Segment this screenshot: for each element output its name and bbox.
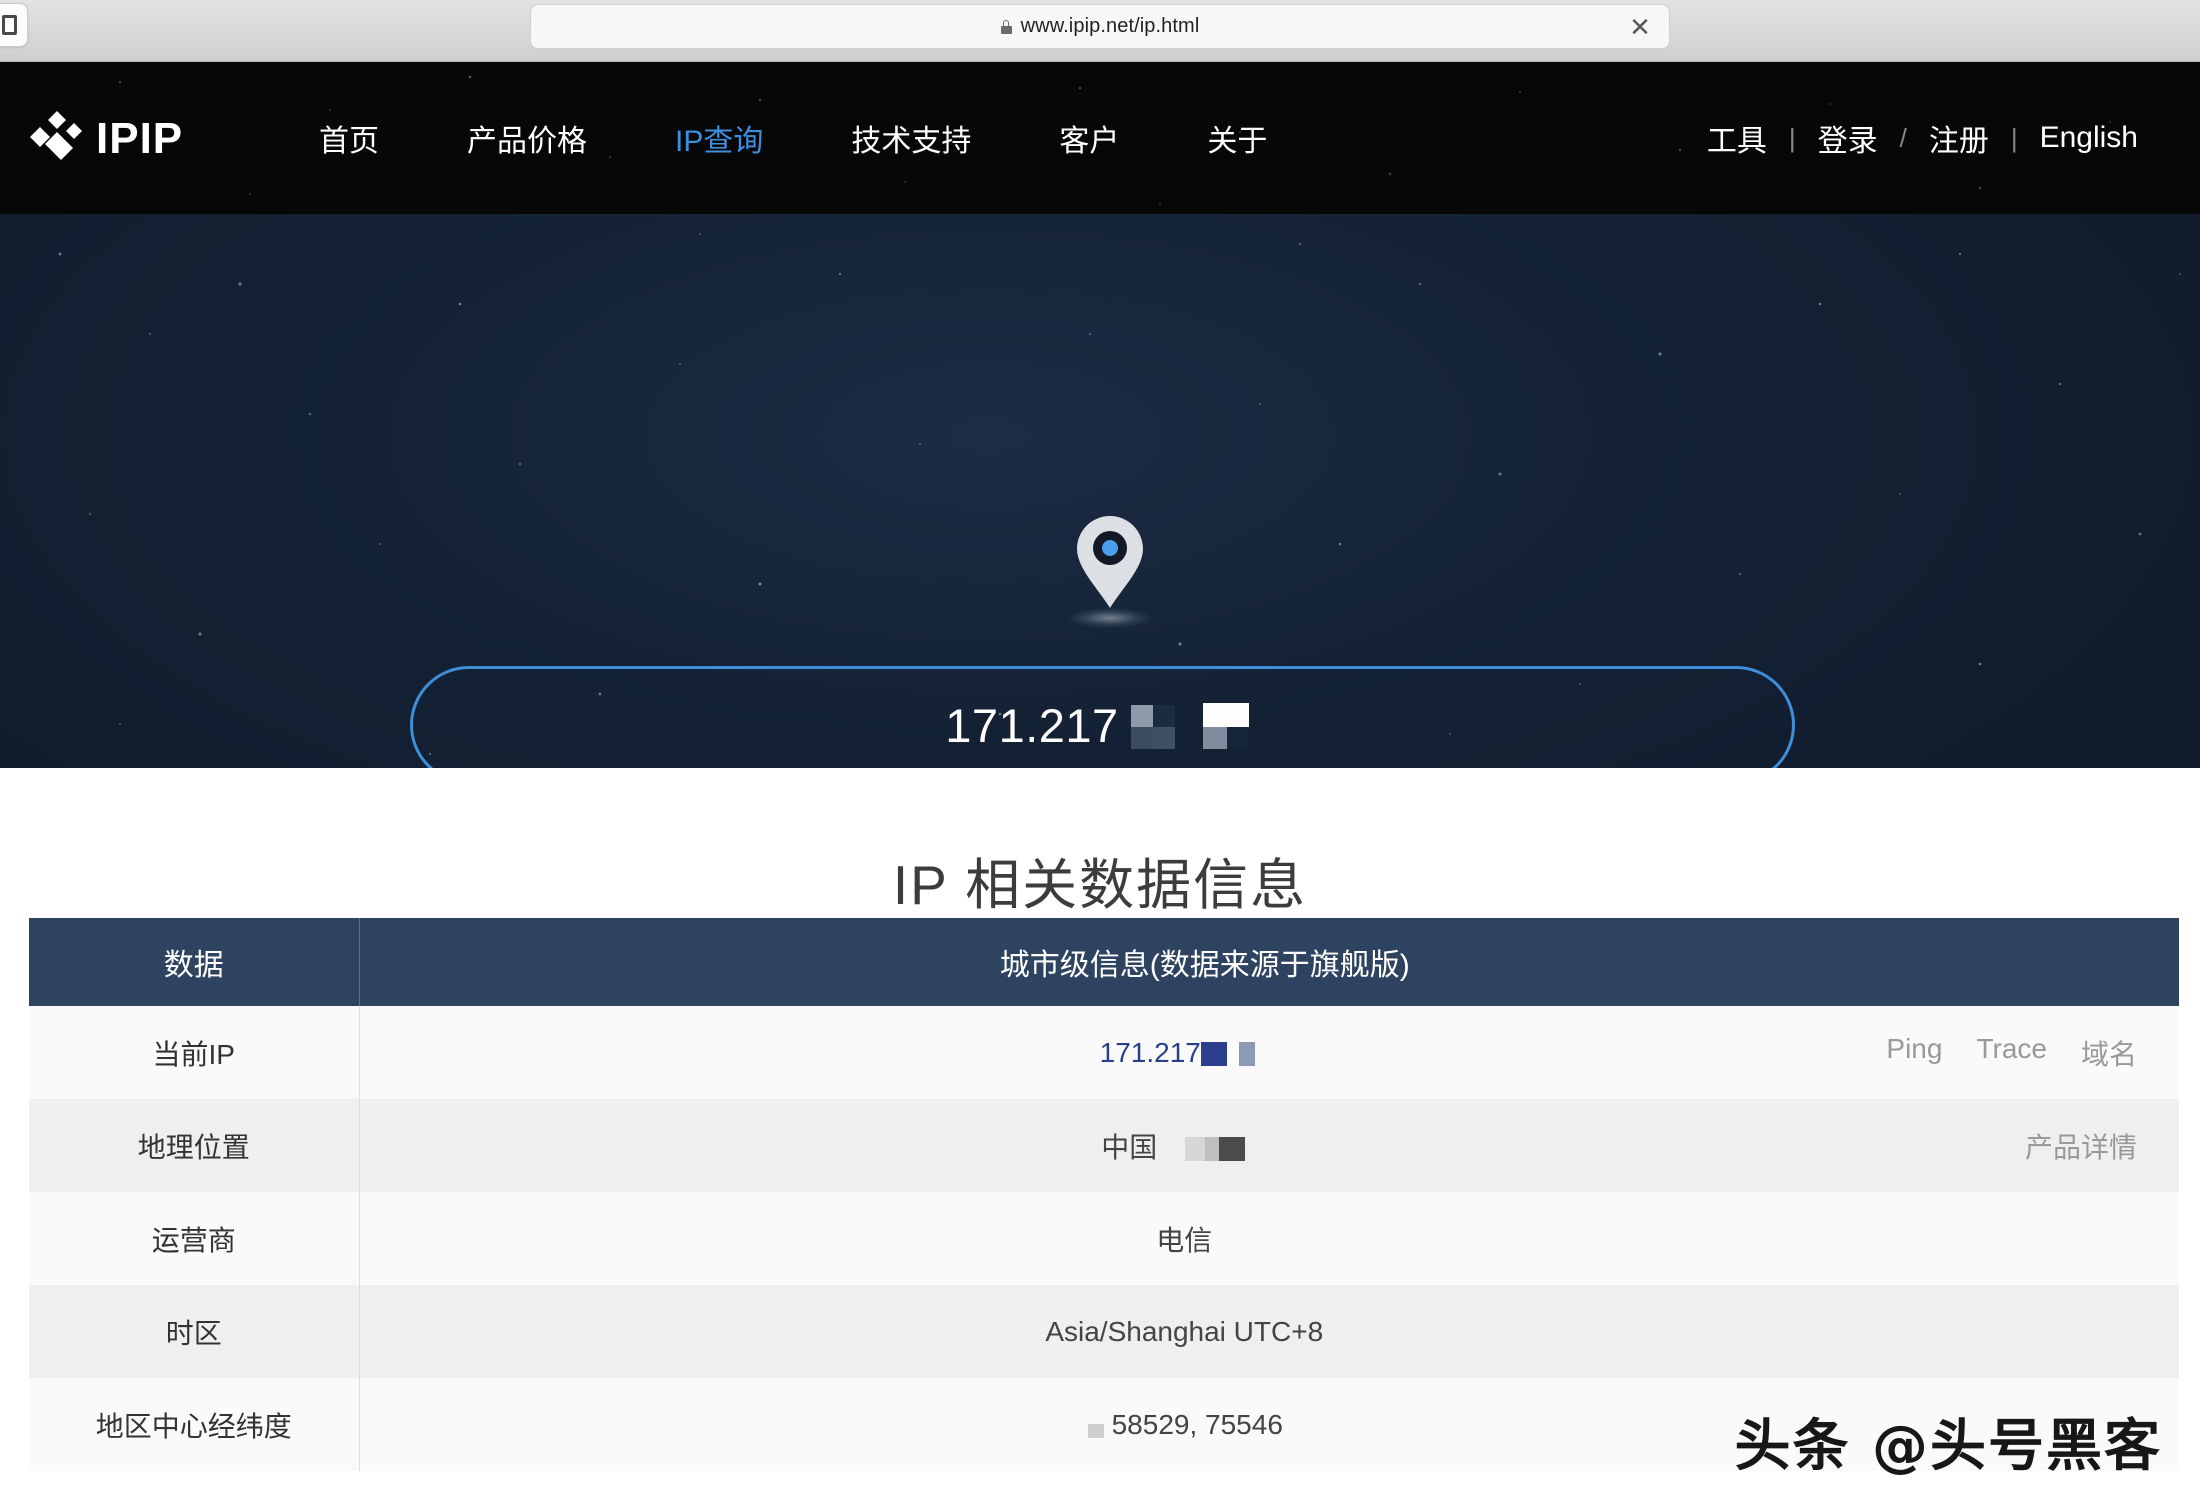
url-bar[interactable]: www.ipip.net/ip.html ✕ — [530, 4, 1670, 49]
row-label-latlng: 地区中心经纬度 — [29, 1378, 360, 1471]
logo-text: IPIP — [96, 114, 184, 163]
map-pin-shadow — [1068, 608, 1152, 628]
nav-item-support[interactable]: 技术支持 — [807, 116, 1015, 160]
redaction-mosaic — [1157, 1135, 1267, 1163]
nav-item-about[interactable]: 关于 — [1163, 116, 1311, 160]
row-label-location: 地理位置 — [29, 1099, 360, 1192]
ip-info-table: 数据 城市级信息(数据来源于旗舰版) 当前IP 171.217 Ping Tra… — [29, 918, 2179, 1471]
nav-separator: | — [2010, 122, 2018, 153]
main-nav: 首页 产品价格 IP查询 技术支持 客户 关于 — [275, 62, 1311, 214]
row-value-location: 中国 产品详情 — [359, 1099, 2179, 1192]
current-ip-text: 171.217 — [1099, 1036, 1201, 1068]
browser-toolbar: www.ipip.net/ip.html ✕ — [0, 0, 2200, 62]
lock-icon — [1000, 19, 1012, 34]
location-actions: 产品详情 — [2025, 1126, 2137, 1166]
ip-info-section: IP 相关数据信息 数据 城市级信息(数据来源于旗舰版) 当前IP 171.21… — [0, 768, 2200, 1504]
domain-link[interactable]: 域名 — [2081, 1033, 2137, 1073]
isp-value: 电信 — [1156, 1224, 1213, 1256]
latlng-text: 58529, 75546 — [1111, 1408, 1283, 1440]
site-header: IPIP 首页 产品价格 IP查询 技术支持 客户 关于 工具 | 登录 / 注… — [0, 62, 2200, 214]
table-row: 地理位置 中国 产品详情 — [29, 1099, 2179, 1192]
row-label-isp: 运营商 — [29, 1192, 360, 1285]
ipip-diamond-logo-icon — [28, 110, 86, 168]
page-root: www.ipip.net/ip.html ✕ IPIP 首页 产品价格 IP查询… — [0, 0, 2200, 1504]
timezone-value: Asia/Shanghai UTC+8 — [1045, 1315, 1324, 1347]
nav-item-login[interactable]: 登录 — [1796, 116, 1900, 160]
ip-search-text: 171.217 — [945, 698, 1119, 752]
trace-link[interactable]: Trace — [1976, 1033, 2047, 1073]
location-text: 中国 — [1101, 1131, 1158, 1163]
site-logo[interactable]: IPIP — [28, 110, 183, 168]
table-row: 当前IP 171.217 Ping Trace 域名 — [29, 1006, 2179, 1099]
nav-item-register[interactable]: 注册 — [1907, 116, 2011, 160]
table-header-value: 城市级信息(数据来源于旗舰版) — [999, 949, 1410, 982]
url-text: www.ipip.net/ip.html — [1020, 15, 1200, 37]
table-row: 运营商 电信 — [29, 1192, 2179, 1285]
row-value-timezone: Asia/Shanghai UTC+8 — [359, 1285, 2179, 1378]
nav-item-tools[interactable]: 工具 — [1685, 116, 1789, 160]
redaction-mosaic — [1125, 701, 1260, 749]
row-label-current-ip: 当前IP — [29, 1006, 360, 1099]
close-icon[interactable]: ✕ — [1627, 14, 1653, 40]
page-title: IP 相关数据信息 — [892, 854, 1308, 916]
table-header-row: 数据 城市级信息(数据来源于旗舰版) — [29, 918, 2179, 1006]
ping-link[interactable]: Ping — [1886, 1033, 1942, 1073]
tab-overview-button[interactable] — [0, 3, 28, 47]
current-ip-value: 171.217 — [400, 1037, 2140, 1069]
map-pin-icon — [1077, 516, 1143, 608]
redaction-mosaic — [1200, 1040, 1269, 1068]
watermark: 头条 @头号黑客 — [1734, 1414, 2162, 1479]
product-detail-link[interactable]: 产品详情 — [2025, 1126, 2137, 1166]
ip-search-value: 171.217 — [945, 698, 1259, 753]
hero-section: 171.217 查询 — [0, 214, 2200, 768]
table-row: 时区 Asia/Shanghai UTC+8 — [29, 1285, 2179, 1378]
row-label-timezone: 时区 — [29, 1285, 360, 1378]
table-header-label: 数据 — [29, 918, 360, 1006]
row-value-current-ip: 171.217 Ping Trace 域名 — [359, 1006, 2179, 1099]
location-value: 中国 — [400, 1126, 2140, 1166]
row-value-isp: 电信 — [359, 1192, 2179, 1285]
nav-item-home[interactable]: 首页 — [275, 116, 423, 160]
utility-nav: 工具 | 登录 / 注册 | English — [1685, 62, 2160, 214]
nav-item-ip-query[interactable]: IP查询 — [631, 116, 807, 160]
nav-item-english[interactable]: English — [2018, 121, 2160, 155]
ip-search-input[interactable]: 171.217 — [410, 666, 1795, 768]
nav-item-pricing[interactable]: 产品价格 — [423, 116, 631, 160]
redaction-mosaic — [1086, 1412, 1112, 1440]
current-ip-actions: Ping Trace 域名 — [1886, 1033, 2137, 1073]
tab-overview-icon — [2, 15, 17, 35]
nav-separator: | — [1788, 122, 1796, 153]
nav-item-customers[interactable]: 客户 — [1015, 116, 1163, 160]
nav-separator: / — [1899, 122, 1907, 153]
